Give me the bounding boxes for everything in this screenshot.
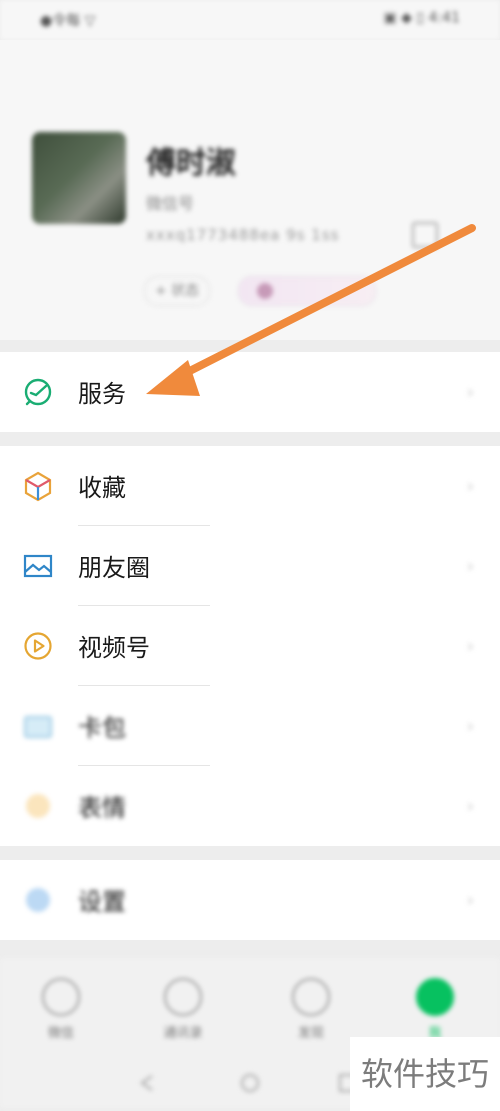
back-icon xyxy=(140,1075,153,1091)
profile-header[interactable]: 傅时淑 微信号 xxxq1773488ea 9s 1ss + 状态 xyxy=(0,40,500,340)
menu-item-moments[interactable]: 朋友圈 › xyxy=(0,526,500,606)
profile-wechat-id-label: 微信号 xyxy=(146,194,195,213)
moments-icon xyxy=(23,554,53,578)
menu-item-cards[interactable]: 卡包 › xyxy=(0,686,500,766)
tab-chats[interactable]: 微信 xyxy=(26,978,96,1041)
chat-bubble-icon xyxy=(42,978,80,1016)
services-icon xyxy=(24,378,52,406)
home-icon xyxy=(241,1074,259,1092)
watermark: 软件技巧 xyxy=(350,1037,500,1111)
menu-item-services[interactable]: 服务 › xyxy=(0,352,500,432)
menu-label-moments: 朋友圈 xyxy=(78,554,150,582)
chevron-right-icon: › xyxy=(466,890,474,911)
status-left: ●令每 ▽ xyxy=(40,13,96,29)
favorites-icon xyxy=(24,471,52,502)
me-icon xyxy=(416,978,454,1016)
tab-me[interactable]: 我 xyxy=(400,978,470,1041)
chevron-right-icon: › xyxy=(466,556,474,577)
compass-icon xyxy=(292,978,330,1016)
menu-label-services: 服务 xyxy=(78,380,126,408)
menu-item-stickers[interactable]: 表情 › xyxy=(0,766,500,846)
menu-item-settings[interactable]: 设置 › xyxy=(0,860,500,940)
stickers-icon xyxy=(26,794,50,818)
profile-nickname: 傅时淑 xyxy=(146,146,236,181)
tab-contacts[interactable]: 通讯录 xyxy=(148,978,218,1041)
menu-item-channels[interactable]: 视频号 › xyxy=(0,606,500,686)
chevron-right-icon: › xyxy=(466,476,474,497)
friends-status-chip[interactable] xyxy=(238,276,376,306)
system-nav-bar xyxy=(140,1074,357,1092)
profile-wechat-id: xxxq1773488ea 9s 1ss xyxy=(146,226,340,244)
tab-label-contacts: 通讯录 xyxy=(163,1026,203,1041)
chevron-right-icon: › xyxy=(466,716,474,737)
avatar[interactable] xyxy=(32,132,126,224)
status-chip[interactable]: + 状态 xyxy=(144,276,211,306)
status-right: ▣ ◆ ▯ 4:41 xyxy=(383,10,461,26)
tab-discover[interactable]: 发现 xyxy=(276,978,346,1041)
menu-label-favorites: 收藏 xyxy=(78,474,126,502)
settings-icon xyxy=(26,888,50,912)
menu-item-favorites[interactable]: 收藏 › xyxy=(0,446,500,526)
qr-code-icon[interactable] xyxy=(412,222,438,248)
chevron-right-icon: › xyxy=(466,382,474,403)
cards-icon xyxy=(24,716,52,738)
tab-label-chats: 微信 xyxy=(47,1026,74,1041)
chevron-right-icon: › xyxy=(466,636,474,657)
menu-label-settings: 设置 xyxy=(78,888,126,916)
friend-avatar-icon xyxy=(257,283,273,299)
menu-label-stickers: 表情 xyxy=(78,794,126,822)
contacts-icon xyxy=(164,978,202,1016)
channels-icon xyxy=(24,632,52,660)
chevron-right-icon: › xyxy=(466,796,474,817)
tab-label-discover: 发现 xyxy=(297,1026,324,1041)
status-bar: ●令每 ▽ ▣ ◆ ▯ 4:41 xyxy=(0,0,500,40)
menu-label-cards: 卡包 xyxy=(78,714,126,742)
menu-label-channels: 视频号 xyxy=(78,634,150,662)
